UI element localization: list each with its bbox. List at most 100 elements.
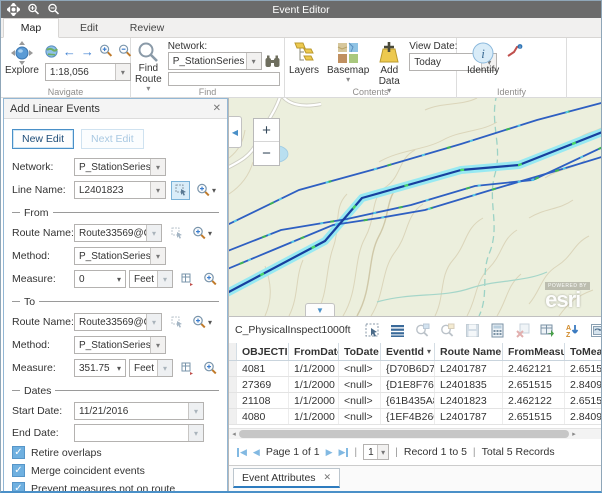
page-select[interactable]: 1 ▾ [363, 444, 389, 460]
table-row[interactable]: 40811/1/2000 <null>{D70B6D72-3 L24017872… [229, 361, 602, 377]
save-icon[interactable] [465, 323, 480, 338]
next-page-button[interactable]: ▶ [326, 447, 333, 458]
row-handle[interactable] [229, 393, 237, 408]
convert-measure-icon[interactable] [178, 359, 197, 378]
close-icon[interactable]: ✕ [213, 103, 221, 114]
col-todate[interactable]: ToDate [339, 343, 381, 360]
calculator-icon[interactable] [490, 323, 505, 338]
show-rows-icon[interactable] [390, 323, 405, 338]
scroll-right-icon[interactable]: ▸ [569, 430, 579, 438]
col-fromdate[interactable]: FromDate [289, 343, 339, 360]
sort-icon[interactable]: A Z [565, 323, 580, 338]
next-edit-button[interactable]: Next Edit [81, 129, 144, 149]
full-extent-icon[interactable] [45, 45, 58, 58]
zoom-to-line-icon[interactable] [196, 183, 210, 197]
prev-page-button[interactable]: ◀ [253, 447, 260, 458]
checkbox-checked-icon[interactable]: ✓ [12, 446, 25, 459]
chevron-down-icon[interactable]: ▾ [246, 53, 261, 69]
chevron-down-icon[interactable]: ▾ [208, 318, 212, 327]
selection-tool-icon[interactable] [365, 323, 380, 338]
row-handle[interactable] [229, 361, 237, 376]
chevron-down-icon[interactable]: ▾ [188, 425, 203, 441]
to-method-combobox[interactable]: P_StationSeries ▾ [74, 336, 166, 354]
col-eventid[interactable]: EventId ▾ [381, 343, 435, 360]
chevron-down-icon[interactable]: ▾ [157, 271, 172, 287]
identify-route-icon[interactable]: i [507, 44, 523, 86]
identify-button[interactable]: i Identify [467, 41, 499, 86]
start-date-combobox[interactable]: 11/21/2016 ▾ [74, 402, 204, 420]
chevron-down-icon[interactable]: ▾ [377, 445, 388, 459]
to-route-combobox[interactable]: Route33569@Centr ▾ [74, 313, 162, 331]
chevron-down-icon[interactable]: ▾ [150, 159, 165, 175]
chevron-down-icon[interactable]: ▾ [146, 314, 161, 330]
prevent-measures-option[interactable]: ✓ Prevent measures not on route [12, 481, 219, 492]
chevron-down-icon[interactable]: ▾ [115, 64, 130, 80]
from-unit-combobox[interactable]: Feet ▾ [129, 270, 173, 288]
chevron-down-icon[interactable]: ▾ [157, 360, 172, 376]
collapse-panel-button[interactable]: ◀ [229, 116, 242, 148]
map-zoom-out-button[interactable]: − [254, 142, 279, 165]
retire-overlaps-option[interactable]: ✓ Retire overlaps [12, 445, 219, 460]
chevron-down-icon[interactable]: ▾ [188, 403, 203, 419]
forward-extent-icon[interactable]: → [81, 45, 94, 58]
panel-network-combobox[interactable]: P_StationSeries ▾ [74, 158, 166, 176]
map-view[interactable]: + − ◀ ▼ POWERED BY esri [228, 98, 602, 316]
column-menu-icon[interactable]: ▾ [427, 347, 434, 356]
zoom-to-from-measure-icon[interactable] [203, 272, 217, 286]
basemap-button[interactable]: Basemap ▾ [327, 41, 369, 86]
switch-selection-icon[interactable] [590, 323, 602, 338]
merge-coincident-option[interactable]: ✓ Merge coincident events [12, 463, 219, 478]
col-frommeasure[interactable]: FromMeasure [503, 343, 565, 360]
close-icon[interactable]: ✕ [324, 472, 332, 483]
tab-review[interactable]: Review [119, 18, 175, 38]
network-combobox[interactable]: P_StationSeries ▾ [168, 52, 262, 70]
col-objectid[interactable]: OBJECTID [237, 343, 289, 360]
zoom-to-selection-icon[interactable] [415, 323, 430, 338]
chevron-down-icon[interactable]: ▾ [150, 337, 165, 353]
from-measure-combobox[interactable]: 0 ▾ [74, 270, 126, 288]
layers-button[interactable]: Layers [289, 41, 319, 86]
new-edit-button[interactable]: New Edit [12, 129, 74, 149]
to-measure-combobox[interactable]: 351.75 ▾ [74, 359, 126, 377]
line-name-combobox[interactable]: L2401823 ▾ [74, 181, 166, 199]
tab-event-attributes[interactable]: Event Attributes ✕ [233, 468, 340, 488]
select-from-route-on-map-button[interactable] [167, 224, 186, 243]
binoculars-icon[interactable] [265, 55, 280, 68]
to-unit-combobox[interactable]: Feet ▾ [129, 359, 173, 377]
pan-to-selection-icon[interactable] [440, 323, 455, 338]
chevron-down-icon[interactable]: ▾ [208, 229, 212, 238]
add-data-button[interactable]: Add Data ▾ [377, 41, 401, 86]
map-zoom-in-button[interactable]: + [254, 119, 279, 142]
export-table-icon[interactable] [540, 323, 555, 338]
select-line-on-map-button[interactable] [171, 181, 190, 200]
find-route-input[interactable] [168, 72, 280, 86]
horizontal-scrollbar[interactable]: ◂ ▸ [229, 429, 602, 439]
first-page-button[interactable]: ◀ [237, 447, 247, 458]
scale-combobox[interactable]: 1:18,056 ▾ [45, 63, 131, 81]
checkbox-checked-icon[interactable]: ✓ [12, 464, 25, 477]
chevron-down-icon[interactable]: ▾ [117, 275, 125, 284]
chevron-down-icon[interactable]: ▾ [150, 182, 165, 198]
select-to-route-on-map-button[interactable] [167, 313, 186, 332]
scrollbar-thumb[interactable] [239, 430, 569, 438]
convert-measure-icon[interactable] [178, 270, 197, 289]
table-row[interactable]: 40801/1/2000 <null>{1EF4B260-F0 L2401787… [229, 409, 602, 425]
back-extent-icon[interactable]: ← [63, 45, 76, 58]
table-row[interactable]: 273691/1/2000 <null>{D1E8F76D-F L2401835… [229, 377, 602, 393]
row-handle[interactable] [229, 377, 237, 392]
col-tomeasure[interactable]: ToMea [565, 343, 602, 360]
zoom-in-tool-icon[interactable] [99, 44, 113, 58]
col-routename[interactable]: Route Name [435, 343, 503, 360]
collapse-table-button[interactable]: ▼ [305, 303, 335, 316]
tab-edit[interactable]: Edit [61, 18, 117, 38]
tab-map[interactable]: Map [3, 18, 59, 38]
explore-button[interactable]: Explore [5, 41, 39, 86]
zoom-out-tool-icon[interactable] [118, 44, 132, 58]
zoom-to-to-measure-icon[interactable] [203, 361, 217, 375]
chevron-down-icon[interactable]: ▾ [117, 364, 125, 373]
end-date-combobox[interactable]: ▾ [74, 424, 204, 442]
zoom-to-to-route-icon[interactable] [192, 315, 206, 329]
zoom-to-from-route-icon[interactable] [192, 226, 206, 240]
row-handle[interactable] [229, 409, 237, 424]
scroll-left-icon[interactable]: ◂ [229, 430, 239, 438]
